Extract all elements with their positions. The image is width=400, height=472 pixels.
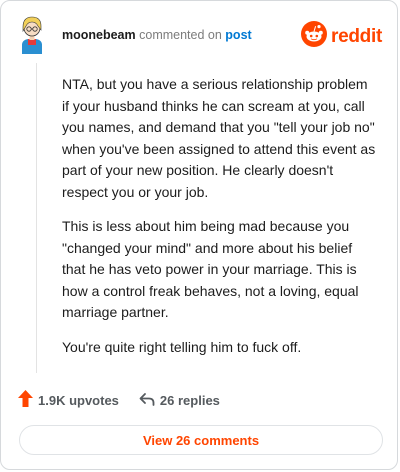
upvote-count: 1.9K upvotes — [38, 392, 119, 408]
thread-line — [36, 63, 37, 373]
reply-stat[interactable]: 26 replies — [139, 392, 220, 409]
user-avatar[interactable] — [17, 14, 47, 54]
comment-paragraph: This is less about him being mad because… — [62, 218, 359, 320]
post-link[interactable]: post — [225, 28, 251, 42]
comment-paragraph: You're quite right telling him to fuck o… — [62, 338, 302, 355]
upvote-stat[interactable]: 1.9K upvotes — [18, 390, 119, 410]
avatar-icon — [22, 16, 42, 54]
comment-body: NTA, but you have a serious relationship… — [62, 74, 377, 371]
reply-arrow-icon[interactable] — [139, 392, 155, 409]
comment-header: moonebeam commented on post — [62, 27, 252, 43]
view-comments-button[interactable]: View 26 comments — [19, 425, 383, 455]
comment-paragraph: NTA, but you have a serious relationship… — [62, 76, 376, 200]
reply-count: 26 replies — [159, 392, 220, 408]
comment-footer: 1.9K upvotes 26 replies — [18, 390, 220, 410]
comment-verb: commented on — [139, 28, 222, 42]
reddit-logo-icon — [301, 21, 328, 52]
brand-wordmark: reddit — [331, 25, 382, 47]
reddit-brand: reddit — [301, 21, 382, 52]
upvote-arrow-icon[interactable] — [18, 390, 33, 410]
username[interactable]: moonebeam — [62, 28, 136, 42]
comment-card: moonebeam commented on post reddit NTA, … — [0, 0, 398, 470]
